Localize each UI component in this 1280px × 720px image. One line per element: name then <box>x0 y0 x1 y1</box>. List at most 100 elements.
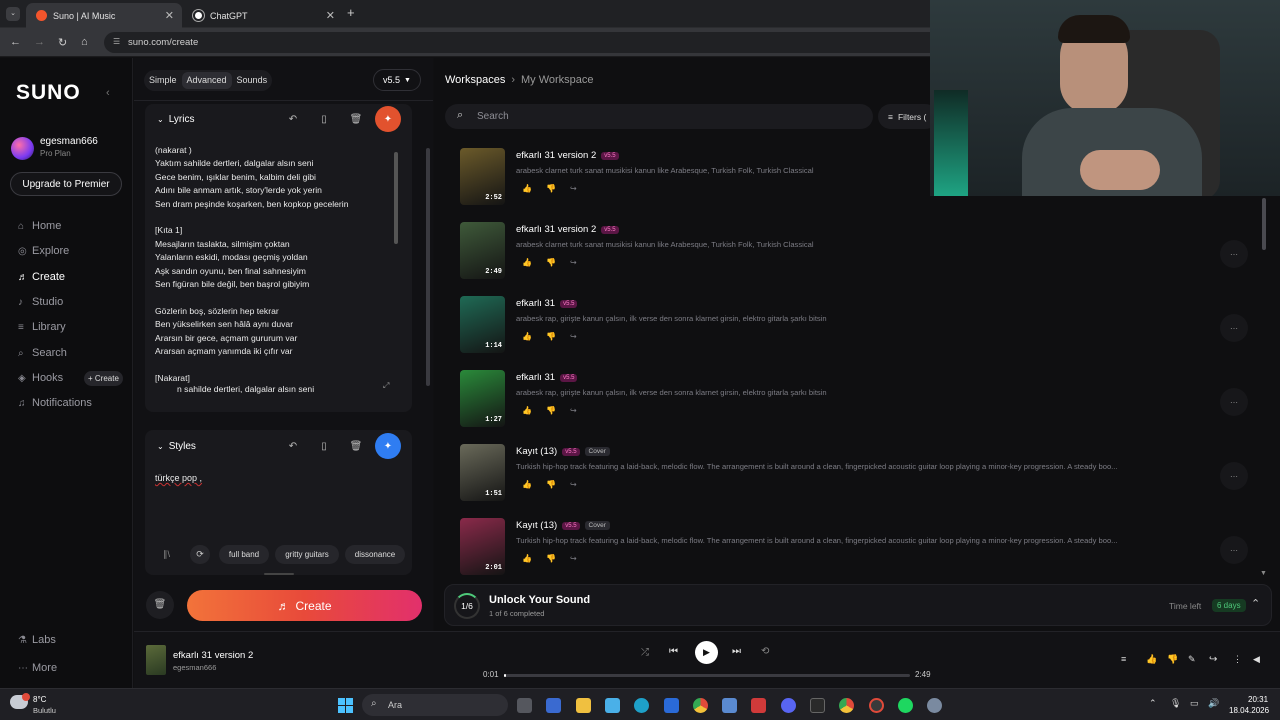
microphone-icon[interactable]: 🎙 <box>1170 698 1181 709</box>
close-tab-icon[interactable]: ✕ <box>326 9 335 22</box>
upgrade-button[interactable]: Upgrade to Premier <box>10 172 122 196</box>
url-field[interactable]: ☰ suno.com/create <box>104 32 944 53</box>
mode-simple[interactable]: Simple <box>144 70 182 91</box>
library-icon[interactable]: ∥\ <box>163 549 170 560</box>
discord-icon[interactable] <box>781 698 796 713</box>
weather-desc[interactable]: Bulutlu <box>33 706 56 715</box>
scroll-down-icon[interactable]: ▼ <box>1260 570 1267 577</box>
undo-styles-icon[interactable]: ↶ <box>280 433 306 459</box>
more-options-button[interactable]: ⋯ <box>1220 314 1248 342</box>
volume-icon[interactable]: 🔊 <box>1208 698 1219 709</box>
dislike-icon[interactable]: 👎 <box>546 554 570 563</box>
notepad-icon[interactable] <box>605 698 620 713</box>
chrome-icon[interactable] <box>839 698 854 713</box>
sidebar-item-explore[interactable]: ◎ Explore <box>18 245 69 257</box>
app-icon[interactable] <box>751 698 766 713</box>
lyrics-textarea[interactable]: (nakarat ) Yaktım sahilde dertleri, dalg… <box>155 144 395 385</box>
next-icon[interactable]: ⏭ <box>732 646 741 657</box>
volume-icon[interactable]: ◀ <box>1253 654 1260 665</box>
browser-tab-chatgpt[interactable]: ChatGPT ✕ <box>183 3 343 28</box>
now-playing-title[interactable]: efkarlı 31 version 2 <box>173 650 253 661</box>
mode-sounds[interactable]: Sounds <box>232 70 273 91</box>
share-icon[interactable]: ↪ <box>570 406 591 415</box>
suno-logo[interactable]: SUNO <box>16 81 81 105</box>
share-icon[interactable]: ↪ <box>570 184 591 193</box>
now-playing-artist[interactable]: egesman666 <box>173 663 216 672</box>
expand-icon[interactable]: ⤢ <box>383 381 389 391</box>
like-icon[interactable]: 👍 <box>522 332 546 341</box>
like-icon[interactable]: 👍 <box>522 554 546 563</box>
seek-bar[interactable] <box>504 674 910 677</box>
clock-date[interactable]: 18.04.2026 <box>1229 706 1269 715</box>
home-icon[interactable]: ⌂ <box>81 36 88 48</box>
sidebar-item-hooks[interactable]: ◈ Hooks <box>18 372 63 384</box>
song-row[interactable]: 2:01 Kayıt (13) v5.5 Cover Turkish hip-hop t… <box>460 518 1250 582</box>
more-options-button[interactable]: ⋯ <box>1220 536 1248 564</box>
previous-icon[interactable]: ⏮ <box>669 646 678 657</box>
song-thumbnail[interactable]: 2:01 <box>460 518 505 575</box>
version-dropdown[interactable]: v5.5 ▼ <box>373 69 421 91</box>
share-icon[interactable]: ↪ <box>1209 654 1217 665</box>
more-options-button[interactable]: ⋯ <box>1220 240 1248 268</box>
song-title[interactable]: efkarlı 31 version 2 <box>516 224 596 235</box>
like-icon[interactable]: 👍 <box>522 406 546 415</box>
breadcrumb-root[interactable]: Workspaces <box>445 74 505 86</box>
like-icon[interactable]: 👍 <box>522 184 546 193</box>
song-thumbnail[interactable]: 1:14 <box>460 296 505 353</box>
store-icon[interactable] <box>546 698 561 713</box>
outlook-icon[interactable] <box>664 698 679 713</box>
song-thumbnail[interactable]: 2:52 <box>460 148 505 205</box>
lyrics-scrollbar[interactable] <box>394 152 398 244</box>
repeat-icon[interactable]: ⟲ <box>761 646 769 657</box>
sidebar-item-studio[interactable]: ♪ Studio <box>18 296 63 308</box>
save-lyrics-icon[interactable]: ▯ <box>311 106 337 132</box>
more-options-icon[interactable]: ⋮ <box>1233 654 1242 665</box>
dislike-icon[interactable]: 👎 <box>546 184 570 193</box>
song-row[interactable]: 1:51 Kayıt (13) v5.5 Cover Turkish hip-hop t… <box>460 444 1250 508</box>
taskbar-search[interactable]: ⌕ Ara <box>362 694 508 716</box>
dislike-icon[interactable]: 👎 <box>546 480 570 489</box>
queue-icon[interactable]: ≡ <box>1121 654 1126 664</box>
song-row[interactable]: 1:14 efkarlı 31 v5.5 arabesk rap, girişte k… <box>460 296 1250 360</box>
song-title[interactable]: efkarlı 31 version 2 <box>516 150 596 161</box>
play-button[interactable]: ▶ <box>695 641 718 664</box>
sidebar-item-home[interactable]: ⌂ Home <box>18 220 61 232</box>
filters-button[interactable]: ≡ Filters ( <box>878 104 938 129</box>
magic-lyrics-button[interactable]: ✦ <box>375 106 401 132</box>
avatar[interactable] <box>11 137 34 160</box>
share-icon[interactable]: ↪ <box>570 480 591 489</box>
create-button[interactable]: ♬ Create <box>187 590 422 621</box>
chrome-icon[interactable] <box>693 698 708 713</box>
search-input[interactable]: ⌕ Search <box>445 104 873 129</box>
share-icon[interactable]: ↪ <box>570 258 591 267</box>
song-title[interactable]: Kayıt (13) <box>516 520 557 531</box>
sidebar-item-more[interactable]: ⋯ More <box>18 662 57 674</box>
collapse-sidebar-icon[interactable]: ‹ <box>106 87 110 99</box>
resize-handle[interactable] <box>264 573 294 575</box>
styles-header[interactable]: ⌄ Styles <box>157 441 196 452</box>
lyrics-header[interactable]: ⌄ Lyrics <box>157 114 194 125</box>
close-tab-icon[interactable]: ✕ <box>165 9 174 22</box>
app-icon[interactable] <box>869 698 884 713</box>
tab-search-icon[interactable]: ⌄ <box>6 7 20 21</box>
now-playing-thumbnail[interactable] <box>146 645 166 675</box>
style-chip[interactable]: dissonance <box>345 545 405 564</box>
unlock-banner[interactable]: 1/6 Unlock Your Sound 1 of 6 completed T… <box>444 584 1272 626</box>
song-thumbnail[interactable]: 2:49 <box>460 222 505 279</box>
start-button[interactable] <box>338 698 353 713</box>
hooks-create-button[interactable]: + Create <box>84 371 123 386</box>
task-view-icon[interactable] <box>517 698 532 713</box>
magic-styles-button[interactable]: ✦ <box>375 433 401 459</box>
clock-time[interactable]: 20:31 <box>1248 695 1268 704</box>
edge-icon[interactable] <box>634 698 649 713</box>
sidebar-item-library[interactable]: ≡ Library <box>18 321 66 333</box>
song-thumbnail[interactable]: 1:27 <box>460 370 505 427</box>
browser-tab-suno[interactable]: Suno | AI Music ✕ <box>26 3 182 28</box>
song-row[interactable]: 1:27 efkarlı 31 v5.5 arabesk rap, girişte k… <box>460 370 1250 434</box>
dislike-icon[interactable]: 👎 <box>546 406 570 415</box>
song-thumbnail[interactable]: 1:51 <box>460 444 505 501</box>
file-explorer-icon[interactable] <box>576 698 591 713</box>
network-icon[interactable]: ▭ <box>1190 698 1199 709</box>
undo-lyrics-icon[interactable]: ↶ <box>280 106 306 132</box>
styles-input[interactable]: türkçe pop , <box>155 473 202 483</box>
